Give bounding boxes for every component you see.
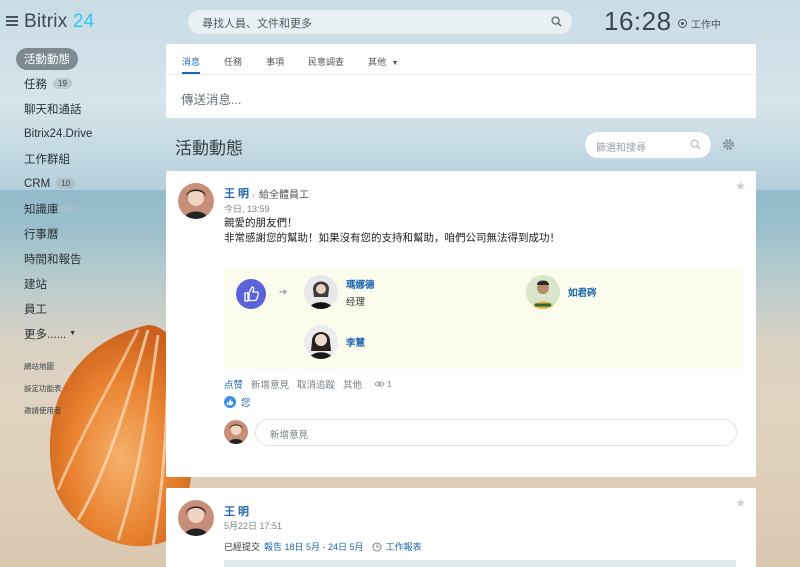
arrow-right-icon: ➔ — [279, 287, 288, 298]
report-link[interactable]: 報告 18日 5月 - 24日 5月 — [264, 540, 364, 553]
tab-other[interactable]: 其他 ▼ — [368, 44, 398, 74]
search-icon[interactable] — [551, 16, 562, 27]
tab-message[interactable]: 消息 — [182, 44, 201, 74]
work-status[interactable]: 工作中 — [678, 16, 721, 31]
clock-icon — [372, 542, 382, 551]
report-type-link[interactable]: 工作報表 — [386, 540, 422, 553]
post-text-line: 非常感謝您的幫助！如果沒有您的支持和幫助，咱們公司無法得到成功！ — [224, 232, 560, 244]
menu-item-knowledge-base[interactable]: 知識庫 beta — [16, 196, 166, 221]
recipient-name: 李慧 — [346, 338, 366, 349]
recipient-avatar — [304, 325, 338, 359]
recipient-avatar — [526, 275, 560, 309]
page-title: 活動動態 — [175, 139, 243, 158]
chevron-right-icon: › — [252, 190, 255, 200]
report-preview — [224, 560, 736, 567]
left-menu: 活動動態 任務 19 聊天和通話 Bitrix24.Drive 工作群組 CRM 1… — [16, 46, 166, 346]
menu-item-employees[interactable]: 員工 — [16, 296, 166, 321]
post-composer: 消息 任務 事項 民意調查 其他 ▼ 傳送消息... — [166, 44, 756, 118]
like-button[interactable]: 点赞 — [224, 377, 243, 391]
gratitude-recipient[interactable]: 如君硶 — [526, 275, 597, 309]
logo-number: 24 — [72, 11, 95, 32]
add-comment-button[interactable]: 新增意見 — [251, 377, 289, 391]
filter-search-input[interactable]: 篩選和搜尋 — [585, 132, 711, 158]
menu-item-workgroups[interactable]: 工作群組 — [16, 146, 166, 171]
menu-item-more[interactable]: 更多...... ▼ — [16, 321, 166, 346]
link-sitemap[interactable]: 網站地圖 — [24, 361, 54, 372]
logo[interactable]: Bitrix 24 — [24, 11, 94, 33]
views-counter[interactable]: 1 — [374, 380, 392, 389]
post-date[interactable]: 今日, 13:59 — [224, 202, 270, 215]
search-icon[interactable] — [690, 139, 701, 150]
star-icon[interactable]: ★ — [735, 179, 746, 193]
feed-post: 王 明 5月22日 17:51 ★ 已經提交 報告 18日 5月 - 24日 5… — [166, 488, 756, 567]
gratitude-box: ➔ 瑪娜德 经理 如君硶 李慧 — [224, 267, 744, 369]
tab-event[interactable]: 事項 — [266, 44, 284, 74]
tab-task[interactable]: 任務 — [224, 44, 242, 74]
menu-item-activity-stream[interactable]: 活動動態 — [16, 46, 166, 71]
star-icon[interactable]: ★ — [735, 496, 746, 510]
current-user-avatar — [224, 420, 248, 444]
post-destination[interactable]: › 給全體員工 — [248, 186, 309, 201]
menu-item-drive[interactable]: Bitrix24.Drive — [16, 121, 166, 146]
thumbs-up-icon — [236, 279, 266, 309]
composer-tabs: 消息 任務 事項 民意調查 其他 ▼ — [166, 44, 756, 75]
author-name[interactable]: 王 明 — [224, 185, 249, 201]
menu-item-time-reports[interactable]: 時間和報告 — [16, 246, 166, 271]
post-date[interactable]: 5月22日 17:51 — [224, 519, 282, 532]
gratitude-recipient[interactable]: 李慧 — [304, 325, 365, 359]
menu-item-sites[interactable]: 建站 — [16, 271, 166, 296]
recipient-name: 瑪娜德 — [346, 279, 375, 291]
message-input[interactable]: 傳送消息... — [166, 75, 756, 108]
hamburger-menu-icon[interactable] — [6, 16, 18, 26]
recipient-name: 如君硶 — [568, 288, 597, 299]
beta-badge: beta — [61, 204, 78, 213]
thumbs-up-icon — [224, 396, 236, 408]
recipient-avatar — [304, 275, 338, 309]
tab-poll[interactable]: 民意調查 — [308, 44, 344, 74]
comment-input[interactable]: 新增意見 — [255, 419, 737, 446]
post-text-line: 親愛的朋友們！ — [224, 217, 298, 229]
tasks-count-badge: 19 — [53, 78, 72, 89]
author-name[interactable]: 王 明 — [224, 503, 249, 519]
gratitude-recipient[interactable]: 瑪娜德 经理 — [304, 275, 375, 309]
liked-by[interactable]: 您 — [224, 395, 251, 409]
menu-item-chat[interactable]: 聊天和通話 — [16, 96, 166, 121]
filter-placeholder: 篩選和搜尋 — [596, 143, 646, 154]
report-line: 已經提交 報告 18日 5月 - 24日 5月 工作報表 — [224, 540, 422, 553]
eye-icon — [374, 381, 385, 387]
menu-item-calendar[interactable]: 行事曆 — [16, 221, 166, 246]
chevron-down-icon: ▼ — [391, 60, 399, 67]
author-avatar[interactable] — [178, 500, 214, 536]
chevron-down-icon: ▼ — [69, 330, 77, 337]
search-input[interactable]: 尋找人員、文件和更多 — [188, 10, 572, 34]
author-avatar[interactable] — [178, 183, 214, 219]
more-button[interactable]: 其他 — [343, 377, 362, 391]
menu-item-tasks[interactable]: 任務 19 — [16, 71, 166, 96]
recipient-role: 经理 — [346, 296, 366, 308]
crm-count-badge: 10 — [56, 178, 76, 189]
status-label: 工作中 — [691, 20, 721, 31]
search-placeholder: 尋找人員、文件和更多 — [202, 18, 312, 30]
logo-name: Bitrix — [24, 11, 68, 32]
gear-icon[interactable] — [721, 137, 736, 152]
report-prefix: 已經提交 — [224, 542, 261, 552]
link-configure-menu[interactable]: 設定功能表 — [24, 383, 62, 394]
status-icon — [678, 19, 687, 28]
feed-post: 王 明 › 給全體員工 今日, 13:59 ★ 親愛的朋友們！ 非常感謝您的幫助！… — [166, 171, 756, 477]
menu-item-crm[interactable]: CRM 10 — [16, 171, 166, 196]
clock: 16:28 — [604, 6, 672, 36]
post-actions: 点赞 新增意見 取消追蹤 其他 1 — [224, 377, 392, 392]
unfollow-button[interactable]: 取消追蹤 — [297, 377, 335, 391]
link-invite-users[interactable]: 邀請使用者 — [24, 405, 62, 416]
